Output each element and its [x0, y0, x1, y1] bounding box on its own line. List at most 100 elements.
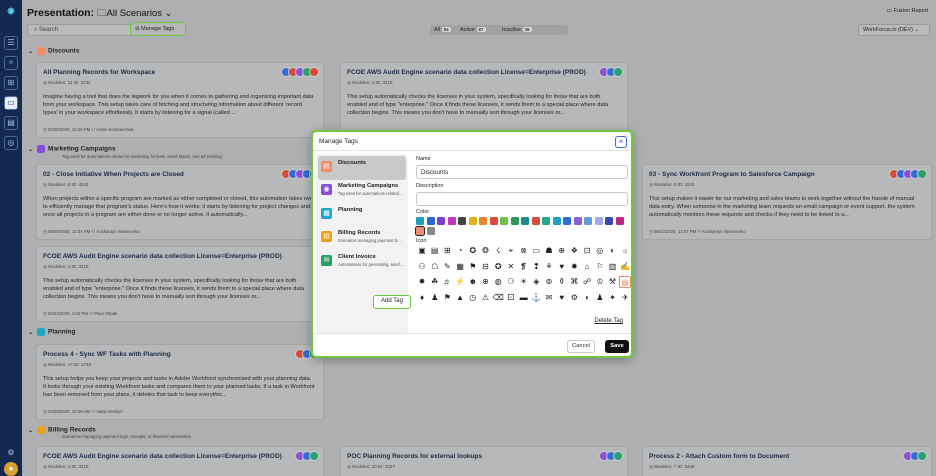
icon-option[interactable]: ♦: [416, 292, 428, 304]
tag-item-marketing[interactable]: ◉ Marketing Campaigns Tag used for autom…: [318, 179, 406, 203]
color-swatch[interactable]: [552, 217, 561, 225]
icon-option[interactable]: ▣: [416, 245, 428, 257]
chevron-down-icon[interactable]: ⌄: [162, 8, 173, 19]
tag-item-client-invoice[interactable]: ✉ Client Invoice Automations for generat…: [318, 250, 406, 274]
icon-option[interactable]: ☍: [581, 276, 593, 288]
color-swatch[interactable]: [615, 217, 624, 225]
filter-inactive[interactable]: Inactive 36: [502, 27, 532, 33]
tag-item-billing[interactable]: ▤ Billing Records Scenarios managing pay…: [318, 226, 406, 250]
icon-option[interactable]: ♥: [556, 261, 568, 273]
icon-option[interactable]: ⌘: [568, 276, 580, 288]
scenario-card[interactable]: FCOE AWS Audit Engine scenario data coll…: [36, 246, 324, 322]
icon-option[interactable]: ◎: [594, 245, 606, 257]
icon-option[interactable]: ✪: [492, 261, 504, 273]
color-swatch[interactable]: [416, 217, 424, 225]
icon-option[interactable]: ⊞: [441, 245, 453, 257]
icon-option[interactable]: ✉: [543, 292, 555, 304]
color-swatch[interactable]: [458, 217, 466, 225]
color-swatch[interactable]: [468, 217, 477, 225]
section-planning[interactable]: ⌄ Planning: [28, 328, 75, 336]
icon-option[interactable]: ☘: [429, 276, 441, 288]
icon-option[interactable]: ⊚: [543, 276, 555, 288]
scenario-card[interactable]: 03 - Sync Workfront Program to Salesforc…: [642, 164, 932, 240]
icon-option[interactable]: ❂: [480, 245, 492, 257]
color-swatch[interactable]: [415, 226, 425, 236]
scenario-dropdown[interactable]: All Scenarios: [107, 8, 162, 19]
icon-option[interactable]: ⚆: [505, 276, 517, 288]
icon-option[interactable]: ◐: [607, 245, 619, 257]
color-swatch[interactable]: [489, 217, 498, 225]
color-swatch[interactable]: [605, 217, 613, 225]
grid-icon[interactable]: ⊞: [4, 76, 18, 90]
color-swatch[interactable]: [426, 227, 435, 235]
color-swatch[interactable]: [447, 217, 456, 225]
menu-icon[interactable]: ☰: [4, 36, 18, 50]
icon-option[interactable]: ▬: [518, 292, 530, 304]
user-icon[interactable]: ●: [4, 462, 18, 476]
icon-option[interactable]: ⚑: [441, 292, 453, 304]
icon-option[interactable]: ✹: [568, 261, 580, 273]
color-swatch[interactable]: [542, 217, 550, 225]
icon-option[interactable]: ⊗: [518, 245, 530, 257]
color-swatch[interactable]: [594, 217, 603, 225]
color-swatch[interactable]: [500, 217, 508, 225]
icon-option[interactable]: ♟: [429, 292, 441, 304]
scenario-card[interactable]: Process 2 - Attach Custom form to Docume…: [642, 446, 932, 476]
color-swatch[interactable]: [479, 217, 487, 225]
settings-icon[interactable]: ⚙: [4, 446, 18, 460]
icon-option[interactable]: ◔: [454, 245, 466, 257]
color-swatch[interactable]: [584, 217, 592, 225]
icon-option[interactable]: ⌖: [505, 245, 517, 257]
message-icon[interactable]: ▤: [4, 116, 18, 130]
icon-option[interactable]: ⊕: [556, 245, 568, 257]
filter-all[interactable]: All 94: [434, 27, 451, 33]
icon-option[interactable]: ⚱: [556, 276, 568, 288]
delete-tag-link[interactable]: Delete Tag: [594, 318, 623, 324]
icon-option[interactable]: ☻: [467, 276, 479, 288]
icon-option[interactable]: ✕: [505, 261, 517, 273]
color-swatch[interactable]: [510, 217, 519, 225]
icon-option[interactable]: ✦: [607, 292, 619, 304]
manage-tags-button[interactable]: ⊘ Manage Tags: [130, 22, 186, 36]
color-swatch[interactable]: [437, 217, 445, 225]
icon-option[interactable]: ▲: [454, 292, 466, 304]
section-marketing[interactable]: ⌄ Marketing Campaigns: [28, 145, 116, 153]
rocket-icon[interactable]: ✧: [4, 56, 18, 70]
workspace-selector[interactable]: WorkFocus.io (DEV) ⌄: [858, 24, 930, 36]
icon-option[interactable]: ❡: [518, 261, 530, 273]
save-button[interactable]: Save: [605, 340, 629, 353]
icon-option[interactable]: ⚡: [454, 276, 466, 288]
icon-option[interactable]: ✪: [467, 245, 479, 257]
icon-option[interactable]: ☼: [619, 245, 631, 257]
color-swatch[interactable]: [426, 217, 435, 225]
icon-option[interactable]: ▤: [619, 276, 632, 288]
icon-option[interactable]: ☇: [492, 245, 504, 257]
icon-option[interactable]: ❢: [530, 261, 542, 273]
presentation-icon[interactable]: ▭: [4, 96, 18, 110]
add-tag-button[interactable]: Add Tag: [373, 295, 411, 309]
icon-option[interactable]: ✸: [416, 276, 428, 288]
search-input[interactable]: ⌕ Search: [27, 24, 143, 36]
name-field[interactable]: Discounts: [416, 165, 628, 179]
scenario-card[interactable]: FCOE AWS Audit Engine scenario data coll…: [340, 62, 628, 138]
icon-option[interactable]: ⚀: [505, 292, 517, 304]
icon-option[interactable]: ⚇: [416, 261, 428, 273]
icon-option[interactable]: ☀: [518, 276, 530, 288]
section-discounts[interactable]: ⌄ Discounts: [28, 47, 79, 55]
icon-option[interactable]: ▭: [530, 245, 542, 257]
icon-option[interactable]: ♔: [594, 276, 606, 288]
icon-option[interactable]: ✍: [619, 261, 631, 273]
icon-option[interactable]: ◗: [581, 292, 593, 304]
icon-option[interactable]: ♥: [556, 292, 568, 304]
icon-option[interactable]: ❖: [568, 245, 580, 257]
icon-option[interactable]: ⚙: [568, 292, 580, 304]
fusion-report-button[interactable]: ▭ Fusion Report: [887, 8, 928, 14]
logo-icon[interactable]: ✸: [5, 6, 17, 18]
close-icon[interactable]: ×: [615, 136, 627, 148]
scenario-card[interactable]: FCOE AWS Audit Engine scenario data coll…: [36, 446, 324, 476]
scenario-card[interactable]: 02 - Close Initiative When Projects are …: [36, 164, 324, 240]
icon-option[interactable]: ⊕: [480, 276, 492, 288]
icon-option[interactable]: ♟: [594, 292, 606, 304]
icon-option[interactable]: ⚠: [480, 292, 492, 304]
scenario-card[interactable]: All Planning Records for Workspace ◎ Mod…: [36, 62, 324, 138]
